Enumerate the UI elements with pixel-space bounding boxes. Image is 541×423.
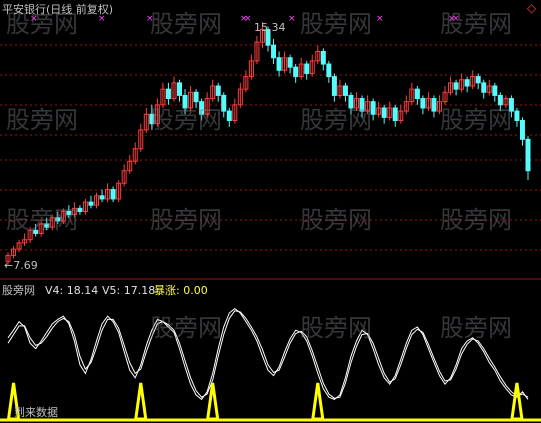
chart-title: 平安银行(日线 前复权) [2,3,114,16]
watermark: 股旁网 [150,10,222,38]
candle-body [331,76,337,96]
candle-body [342,85,348,96]
candle-body [420,98,426,109]
candle-body [271,44,277,59]
watermark: 股旁网 [440,106,512,134]
candle-body [77,207,83,212]
candle-body [226,110,232,122]
v4-label: V4: 18.14 [45,284,99,297]
price-high-label: 15.34 [254,21,286,34]
watermark: 股旁网 [300,206,372,234]
candle-body [326,63,332,78]
close-diamond-icon[interactable]: ◇ [527,2,536,15]
candle-body [99,195,105,200]
indicator-name: 股旁网 [2,284,35,297]
watermark: 股旁网 [300,106,372,134]
watermark: 股旁网 [150,106,222,134]
burst-series [6,382,524,421]
price-low-label: ←7.69 [4,259,38,272]
candle-body [381,107,387,118]
candle-body [414,88,420,100]
candle-body [165,88,171,100]
candle-body [176,82,182,96]
burst-label: 暴涨: 0.00 [154,284,208,297]
candle-body [287,57,293,68]
signal-marker: × [288,14,296,24]
watermark: 股旁网 [6,206,78,234]
watermark: 股旁网 [150,206,222,234]
candle-body [293,66,299,78]
candle-body [88,201,94,206]
bottom-text: 到来数据 [14,406,58,419]
burst-spike [510,382,524,421]
signal-marker: × [244,14,252,24]
watermark: 股旁网 [440,314,512,342]
burst-spike [134,382,148,421]
watermark: 股旁网 [440,10,512,38]
candle-body [492,85,498,96]
watermark: 股旁网 [6,106,78,134]
candle-body [525,138,531,172]
candle-body [481,82,487,93]
candle-body [431,98,437,112]
candle-body [110,189,116,200]
watermark: 股旁网 [440,206,512,234]
candle-body [320,50,326,65]
burst-spike [311,382,325,421]
candle-body [304,63,310,74]
candle-body [221,94,227,112]
candle-body [514,110,520,122]
signal-marker: × [376,14,384,24]
candle-body [464,79,470,87]
watermark: 股旁网 [150,314,222,342]
candle-body [519,120,525,140]
v5-label: V5: 17.18 [102,284,156,297]
watermark: 股旁网 [300,314,372,342]
watermark: 股旁网 [300,10,372,38]
candle-body [392,107,398,122]
candle-body [276,57,282,71]
candle-body [453,82,459,90]
candle-body [475,76,481,84]
candle-body [215,85,221,96]
